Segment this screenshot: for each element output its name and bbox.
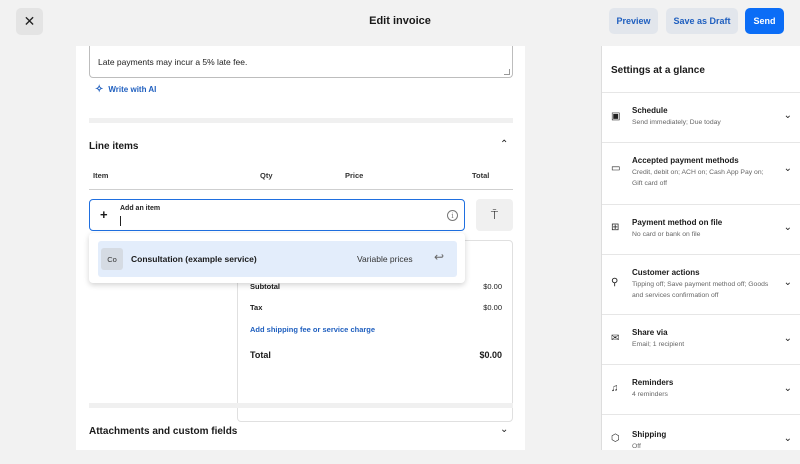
notes-text: Late payments may incur a 5% late fee. bbox=[98, 57, 248, 67]
chevron-down-icon: ⌄ bbox=[783, 222, 792, 233]
sidebar-item-label: Schedule bbox=[632, 106, 668, 115]
sidebar-item-shipping[interactable]: ⬡ Shipping Off ⌄ bbox=[602, 414, 800, 464]
section-divider bbox=[89, 118, 513, 123]
section-divider bbox=[89, 403, 513, 408]
chevron-down-icon: ⌄ bbox=[783, 277, 792, 288]
chevron-down-icon: ⌄ bbox=[783, 110, 792, 121]
send-button[interactable]: Send bbox=[745, 8, 784, 34]
top-bar: ✕ Edit invoice Preview Save as Draft Sen… bbox=[0, 0, 800, 46]
table-header-divider bbox=[89, 189, 513, 190]
plus-icon: + bbox=[100, 207, 108, 222]
sidebar-item-reminders[interactable]: ♫ Reminders 4 reminders ⌄ bbox=[602, 364, 800, 414]
sidebar-item-schedule[interactable]: ▣ Schedule Send immediately; Due today ⌄ bbox=[602, 92, 800, 142]
chevron-down-icon: ⌄ bbox=[783, 433, 792, 444]
suggestion-item[interactable]: Co Consultation (example service) Variab… bbox=[98, 241, 457, 277]
text-caret bbox=[120, 216, 121, 226]
write-with-ai-label: Write with AI bbox=[108, 85, 157, 94]
customize-button[interactable]: ⍑ bbox=[476, 199, 513, 231]
chevron-down-icon[interactable]: ⌄ bbox=[500, 424, 508, 435]
total-value: $0.00 bbox=[479, 350, 502, 360]
chevron-up-icon[interactable]: ⌃ bbox=[500, 139, 508, 150]
preview-button[interactable]: Preview bbox=[609, 8, 658, 34]
add-item-input[interactable]: + Add an item i bbox=[89, 199, 465, 231]
sidebar-item-label: Share via bbox=[632, 328, 668, 337]
sidebar-item-sub: 4 reminders bbox=[632, 391, 668, 398]
settings-sidebar: Settings at a glance ▣ Schedule Send imm… bbox=[601, 46, 800, 450]
item-avatar: Co bbox=[101, 248, 123, 270]
item-suggestions-dropdown: Co Consultation (example service) Variab… bbox=[89, 233, 465, 283]
sidebar-item-share-via[interactable]: ✉ Share via Email; 1 recipient ⌄ bbox=[602, 314, 800, 364]
suggestion-name: Consultation (example service) bbox=[131, 254, 257, 264]
column-total: Total bbox=[472, 171, 490, 180]
bell-icon: ♫ bbox=[611, 383, 619, 394]
save-draft-button[interactable]: Save as Draft bbox=[666, 8, 738, 34]
card-icon: ▭ bbox=[611, 163, 621, 174]
person-icon: ⚲ bbox=[611, 277, 619, 288]
suggestion-price: Variable prices bbox=[357, 254, 413, 264]
tax-label: Tax bbox=[250, 303, 263, 312]
chevron-down-icon: ⌄ bbox=[783, 383, 792, 394]
add-shipping-link[interactable]: Add shipping fee or service charge bbox=[250, 325, 375, 334]
column-qty: Qty bbox=[260, 171, 273, 180]
sidebar-item-payment-methods[interactable]: ▭ Accepted payment methods Credit, debit… bbox=[602, 142, 800, 192]
chevron-down-icon: ⌄ bbox=[783, 163, 792, 174]
line-items-title: Line items bbox=[89, 141, 139, 152]
sidebar-item-label: Payment method on file bbox=[632, 218, 723, 227]
info-icon[interactable]: i bbox=[447, 210, 458, 221]
sparkle-icon: ✧ bbox=[95, 84, 104, 95]
sidebar-item-label: Customer actions bbox=[632, 268, 700, 277]
sidebar-item-customer-actions[interactable]: ⚲ Customer actions Tipping off; Save pay… bbox=[602, 254, 800, 304]
total-label: Total bbox=[250, 350, 271, 360]
calendar-icon: ▣ bbox=[611, 111, 621, 122]
subtotal-row: Subtotal $0.00 bbox=[250, 282, 502, 291]
sidebar-item-label: Reminders bbox=[632, 378, 674, 387]
write-with-ai-link[interactable]: ✧ Write with AI bbox=[95, 84, 156, 95]
resize-handle[interactable] bbox=[504, 69, 510, 75]
subtotal-value: $0.00 bbox=[483, 282, 502, 291]
tax-row: Tax $0.00 bbox=[250, 303, 502, 312]
sidebar-item-sub: No card or bank on file bbox=[632, 231, 701, 238]
subtotal-label: Subtotal bbox=[250, 282, 280, 291]
sidebar-title: Settings at a glance bbox=[611, 65, 705, 76]
column-price: Price bbox=[345, 171, 364, 180]
mail-icon: ✉ bbox=[611, 333, 620, 344]
enter-key-icon: ↩ bbox=[434, 250, 445, 264]
card-add-icon: ⊞ bbox=[611, 222, 620, 233]
chevron-down-icon: ⌄ bbox=[783, 333, 792, 344]
column-item: Item bbox=[93, 171, 109, 180]
sidebar-item-sub: Tipping off; Save payment method off; Go… bbox=[632, 281, 769, 299]
sidebar-item-sub: Credit, debit on; ACH on; Cash App Pay o… bbox=[632, 169, 764, 187]
sidebar-item-sub: Email; 1 recipient bbox=[632, 341, 685, 348]
attachments-title: Attachments and custom fields bbox=[89, 426, 238, 437]
total-row: Total $0.00 bbox=[250, 350, 502, 360]
tax-value: $0.00 bbox=[483, 303, 502, 312]
notes-textarea[interactable]: Late payments may incur a 5% late fee. bbox=[89, 46, 513, 78]
sidebar-item-payment-on-file[interactable]: ⊞ Payment method on file No card or bank… bbox=[602, 204, 800, 254]
sidebar-item-label: Accepted payment methods bbox=[632, 156, 739, 165]
add-item-label: Add an item bbox=[120, 205, 161, 212]
paint-roller-icon: ⍑ bbox=[490, 207, 499, 222]
sidebar-item-label: Shipping bbox=[632, 430, 667, 439]
box-icon: ⬡ bbox=[611, 433, 620, 444]
sidebar-item-sub: Send immediately; Due today bbox=[632, 119, 721, 126]
sidebar-item-sub: Off bbox=[632, 443, 641, 450]
